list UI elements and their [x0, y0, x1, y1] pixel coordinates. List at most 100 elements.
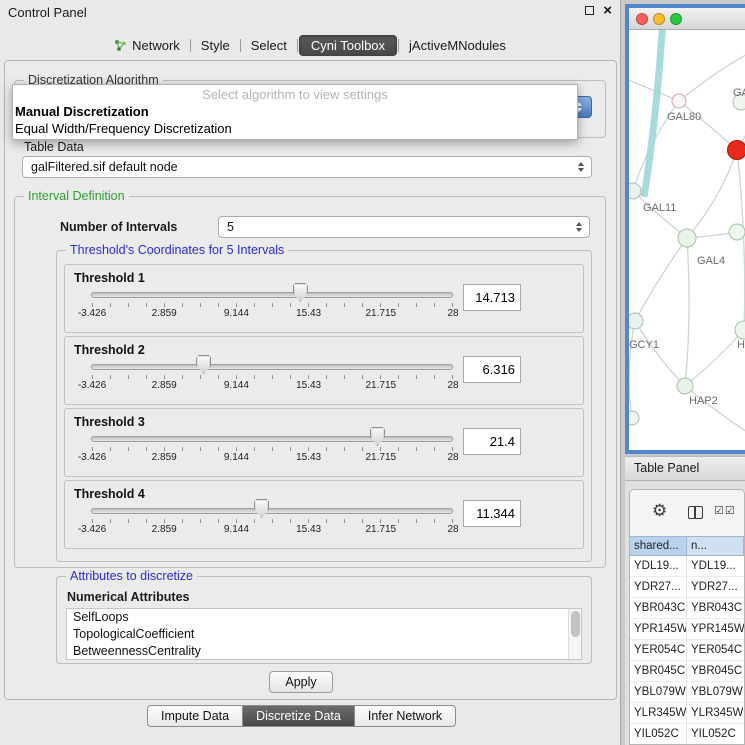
table-cell: YLR345W	[687, 703, 744, 723]
tab-infer-network[interactable]: Infer Network	[354, 705, 456, 727]
table-cell: YBR043C	[687, 598, 744, 618]
column-header[interactable]: n...	[687, 536, 744, 556]
scale-label: 15.43	[296, 452, 321, 463]
table-cell: YDL19...	[630, 556, 687, 576]
minimize-traffic-light-icon[interactable]	[653, 13, 665, 25]
number-of-intervals-combobox[interactable]: 5	[218, 216, 590, 238]
tab-style[interactable]: Style	[192, 35, 239, 56]
control-panel-window: Control Panel × NetworkStyle Select Cyni T…	[0, 0, 621, 745]
slider-track[interactable]	[91, 436, 453, 442]
table-row[interactable]: YDR27...YDR27...	[630, 577, 744, 598]
table-toolbar: ⚙ ☑☑	[630, 490, 744, 536]
network-canvas[interactable]: GAL80GAGAL11GAL4GCY1HHAP2	[629, 30, 745, 450]
table-data-combobox[interactable]: galFiltered.sif default node	[22, 156, 592, 178]
table-row[interactable]: YBL079WYBL079W	[630, 682, 744, 703]
threshold-slider[interactable]: -3.4262.8599.14415.4321.71528	[91, 481, 453, 548]
scale-label: 2.859	[152, 380, 177, 391]
table-cell: YBR045C	[687, 661, 744, 681]
node-label: GAL80	[667, 111, 701, 123]
slider-scale: -3.4262.8599.14415.4321.71528	[92, 380, 453, 392]
threshold-panel-4: Threshold 4-3.4262.8599.14415.4321.71528…	[64, 480, 584, 549]
network-node[interactable]	[735, 321, 745, 339]
float-window-icon[interactable]	[585, 6, 594, 15]
threshold-value-field[interactable]: 11.344	[463, 500, 521, 527]
scale-label: 28	[447, 524, 458, 535]
close-icon[interactable]: ×	[603, 5, 612, 16]
list-scrollbar[interactable]	[568, 609, 581, 659]
threshold-value-field[interactable]: 21.4	[463, 428, 521, 455]
scale-label: 9.144	[224, 452, 249, 463]
slider-thumb-icon[interactable]	[254, 499, 269, 518]
tab-cyni-toolbox[interactable]: Cyni Toolbox	[299, 35, 397, 56]
tab-impute-data[interactable]: Impute Data	[147, 705, 243, 727]
threshold-value-field[interactable]: 14.713	[463, 284, 521, 311]
tab-jactivemnodules[interactable]: jActiveMNodules	[400, 35, 515, 56]
slider-thumb-icon[interactable]	[370, 427, 385, 446]
threshold-panel-3: Threshold 3-3.4262.8599.14415.4321.71528…	[64, 408, 584, 477]
columns-icon[interactable]	[688, 506, 703, 519]
tab-discretize-data[interactable]: Discretize Data	[242, 705, 355, 727]
slider-track[interactable]	[91, 292, 453, 298]
network-node[interactable]	[629, 183, 641, 199]
table-cell: YDR27...	[630, 577, 687, 597]
slider-thumb-icon[interactable]	[196, 355, 211, 374]
apply-button[interactable]: Apply	[269, 671, 333, 693]
slider-ticks	[92, 303, 453, 307]
tab-label: Select	[251, 38, 287, 53]
network-node[interactable]	[729, 224, 745, 240]
network-node[interactable]	[629, 411, 639, 425]
tab-label: jActiveMNodules	[409, 38, 506, 53]
threshold-slider[interactable]: -3.4262.8599.14415.4321.71528	[91, 409, 453, 476]
table-row[interactable]: YIL052CYIL052C	[630, 724, 744, 745]
slider-thumb-icon[interactable]	[293, 283, 308, 302]
control-panel-title: Control Panel	[8, 5, 87, 20]
control-panel-titlebar: Control Panel ×	[0, 0, 620, 26]
table-cell: YBR043C	[630, 598, 687, 618]
table-row[interactable]: YBR045CYBR045C	[630, 661, 744, 682]
threshold-slider[interactable]: -3.4262.8599.14415.4321.71528	[91, 337, 453, 404]
table-cell: YDL19...	[687, 556, 744, 576]
dropdown-hint: Select algorithm to view settings	[13, 85, 577, 103]
gear-icon[interactable]: ⚙	[652, 501, 667, 521]
table-cell: YIL052C	[687, 724, 744, 744]
dropdown-item-equal-width-frequency[interactable]: Equal Width/Frequency Discretization	[13, 120, 577, 137]
table-row[interactable]: YDL19...YDL19...	[630, 556, 744, 577]
slider-track[interactable]	[91, 508, 453, 514]
tab-label: Cyni Toolbox	[311, 38, 385, 53]
table-row[interactable]: YLR345WYLR345W	[630, 703, 744, 724]
column-header[interactable]: shared...	[630, 536, 687, 556]
table-row[interactable]: YBR043CYBR043C	[630, 598, 744, 619]
attribute-item[interactable]: BetweennessCentrality	[67, 643, 581, 660]
network-icon	[114, 39, 127, 52]
screen: Control Panel × NetworkStyle Select Cyni T…	[0, 0, 745, 745]
slider-track[interactable]	[91, 364, 453, 370]
slider-scale: -3.4262.8599.14415.4321.71528	[92, 308, 453, 320]
threshold-slider[interactable]: -3.4262.8599.14415.4321.71528	[91, 265, 453, 332]
network-node[interactable]	[629, 313, 643, 329]
dropdown-item-manual-discretization[interactable]: Manual Discretization	[13, 103, 577, 120]
node-label: GAL11	[643, 202, 676, 214]
tab-select[interactable]: Select	[242, 35, 296, 56]
network-graph: GAL80GAGAL11GAL4GCY1HHAP2	[629, 30, 745, 450]
network-node[interactable]	[677, 378, 693, 394]
close-traffic-light-icon[interactable]	[636, 13, 648, 25]
table-row[interactable]: YER054CYER054C	[630, 640, 744, 661]
tab-separator	[398, 39, 399, 52]
scale-label: 21.715	[366, 308, 397, 319]
attribute-item[interactable]: TopologicalCoefficient	[67, 626, 581, 643]
network-node[interactable]	[672, 94, 686, 108]
threshold-value-field[interactable]: 6.316	[463, 356, 521, 383]
attribute-item[interactable]: SelfLoops	[67, 609, 581, 626]
numerical-attributes-list[interactable]: SelfLoopsTopologicalCoefficientBetweenne…	[66, 608, 582, 660]
scale-label: 15.43	[296, 524, 321, 535]
scale-label: 9.144	[224, 380, 249, 391]
network-node[interactable]	[678, 229, 696, 247]
node-label: GAL4	[697, 255, 725, 267]
network-node[interactable]	[728, 141, 745, 160]
scale-label: 2.859	[152, 524, 177, 535]
tab-network[interactable]: Network	[105, 35, 189, 56]
scale-label: 9.144	[224, 524, 249, 535]
zoom-traffic-light-icon[interactable]	[670, 13, 682, 25]
table-row[interactable]: YPR145WYPR145W	[630, 619, 744, 640]
select-columns-checkbox-icons[interactable]: ☑☑	[714, 504, 736, 517]
